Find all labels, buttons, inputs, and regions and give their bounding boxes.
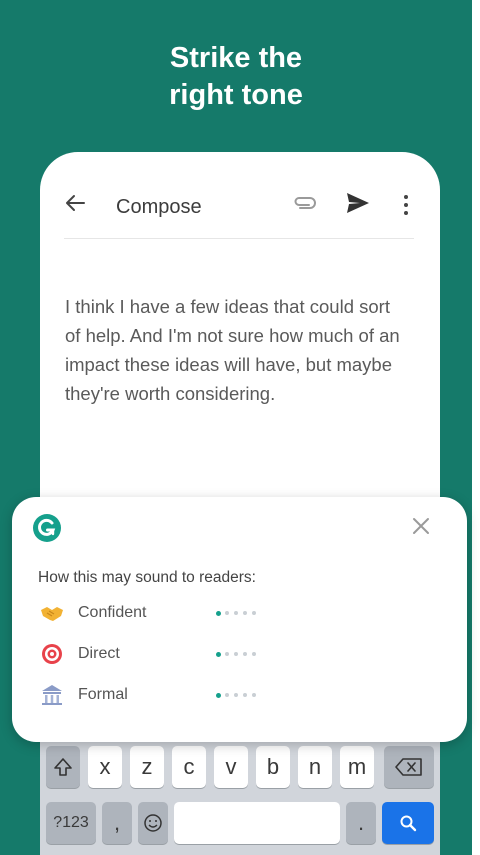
key-c[interactable]: c xyxy=(172,746,206,788)
emoji-icon xyxy=(144,814,162,832)
key-z[interactable]: z xyxy=(130,746,164,788)
shift-key[interactable] xyxy=(46,746,80,788)
tone-heading: How this may sound to readers: xyxy=(38,569,256,586)
key-v[interactable]: v xyxy=(214,746,248,788)
attachment-icon[interactable] xyxy=(292,196,318,210)
email-body[interactable]: I think I have a few ideas that could so… xyxy=(65,292,405,408)
tone-meter-dot xyxy=(225,652,229,656)
key-n[interactable]: n xyxy=(298,746,332,788)
on-screen-keyboard: x z c v b n m ?123 , . xyxy=(40,730,440,855)
tone-meter-dot xyxy=(225,693,229,697)
compose-title: Compose xyxy=(116,196,202,218)
app-bar-divider xyxy=(64,238,414,239)
tone-meter-dot xyxy=(243,611,247,615)
period-key[interactable]: . xyxy=(346,802,376,844)
tone-row-confident: Confident xyxy=(40,601,280,625)
backspace-icon xyxy=(395,758,422,776)
screen-edge xyxy=(472,0,480,855)
tone-meter-dot xyxy=(252,652,256,656)
tone-meter-dot xyxy=(252,693,256,697)
key-b[interactable]: b xyxy=(256,746,290,788)
tone-meter-dot xyxy=(243,652,247,656)
tone-meter-dot xyxy=(243,693,247,697)
grammarly-logo-icon xyxy=(33,514,61,542)
target-icon xyxy=(42,644,62,664)
comma-key[interactable]: , xyxy=(102,802,132,844)
headline: Strike the right tone xyxy=(0,40,472,114)
tone-label-formal: Formal xyxy=(78,686,128,703)
tone-meter-dot xyxy=(234,693,238,697)
numbers-key[interactable]: ?123 xyxy=(46,802,96,844)
headline-line-1: Strike the xyxy=(169,42,303,74)
tone-meter-dot xyxy=(234,611,238,615)
close-icon[interactable] xyxy=(412,517,430,535)
back-arrow-icon[interactable] xyxy=(64,192,86,214)
tone-meter-dot xyxy=(252,611,256,615)
tone-meter-direct xyxy=(216,651,266,657)
headline-line-2: right tone xyxy=(169,79,303,111)
tone-detector-card: How this may sound to readers: Confident… xyxy=(12,497,467,742)
tone-meter-dot xyxy=(225,611,229,615)
handshake-icon xyxy=(41,607,63,621)
backspace-key[interactable] xyxy=(384,746,434,788)
tone-meter-dot xyxy=(216,692,221,698)
send-icon[interactable] xyxy=(346,192,370,214)
tone-meter-dot xyxy=(216,610,221,616)
search-icon xyxy=(400,815,417,832)
tone-label-direct: Direct xyxy=(78,645,120,662)
tone-meter-formal xyxy=(216,692,266,698)
key-x[interactable]: x xyxy=(88,746,122,788)
search-key[interactable] xyxy=(382,802,434,844)
emoji-key[interactable] xyxy=(138,802,168,844)
shift-icon xyxy=(54,758,72,776)
space-bar[interactable] xyxy=(174,802,340,844)
more-options-icon[interactable] xyxy=(402,194,410,216)
tone-meter-dot xyxy=(216,651,221,657)
building-icon xyxy=(42,685,62,705)
key-m[interactable]: m xyxy=(340,746,374,788)
tone-meter-confident xyxy=(216,610,266,616)
tone-label-confident: Confident xyxy=(78,604,147,621)
tone-row-direct: Direct xyxy=(40,642,280,666)
tone-row-formal: Formal xyxy=(40,683,280,707)
compose-app-bar: Compose xyxy=(40,152,440,238)
tone-meter-dot xyxy=(234,652,238,656)
